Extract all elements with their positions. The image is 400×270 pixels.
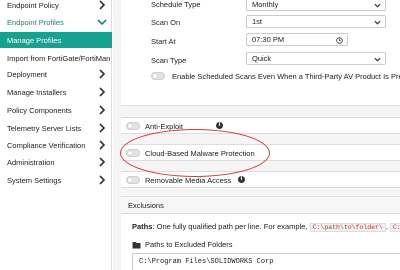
path-example-2: C:\pa [390,223,400,232]
cloud-malware-toggle[interactable] [126,149,140,157]
removable-media-label: Removable Media Access [145,176,232,185]
chevron-right-icon [99,175,106,185]
scan-on-label: Scan On [151,18,181,27]
sidebar-item-label: Endpoint Policy [7,0,59,10]
schedule-type-select[interactable]: Monthly [246,0,386,11]
path-example-1: C:\path\to\folder\ [309,223,386,232]
chevron-right-icon [99,0,106,10]
chevron-down-icon [374,20,381,25]
sidebar: Endpoint Policy Endpoint Profiles Manage… [0,0,112,270]
chevron-right-icon [99,105,106,115]
sidebar-item-manage-installers[interactable]: Manage Installers [0,84,112,100]
start-at-value: 07:30 PM [252,35,285,44]
sidebar-item-label: Endpoint Profiles [7,17,64,27]
paths-text: : One fully qualified path per line. For… [152,222,308,231]
info-icon[interactable]: i [238,176,245,183]
cloud-malware-panel: Cloud-Based Malware Protection [121,144,400,161]
sidebar-subitem-label: Manage Profiles [7,35,62,45]
clock-icon[interactable] [336,37,343,44]
sidebar-item-label: Administration [7,157,55,167]
chevron-right-icon [99,157,106,167]
scan-on-select[interactable]: 1st [246,15,386,28]
sidebar-item-system-settings[interactable]: System Settings [0,172,112,188]
folder-icon [132,241,141,248]
sidebar-item-compliance-verification[interactable]: Compliance Verification [0,137,112,153]
anti-exploit-panel: Anti-Exploit i [121,117,400,134]
scan-on-value: 1st [252,17,263,26]
chevron-down-icon [374,57,381,62]
anti-exploit-toggle[interactable] [126,122,140,130]
sidebar-subitem-manage-profiles[interactable]: Manage Profiles [0,32,112,48]
scan-type-label: Scan Type [151,56,187,65]
sidebar-item-label: Manage Installers [7,87,67,97]
info-icon[interactable]: i [216,122,223,129]
chevron-down-icon [97,19,107,26]
chevron-right-icon [99,140,106,150]
sidebar-item-deployment[interactable]: Deployment [0,66,112,82]
sidebar-item-label: Policy Components [7,105,72,115]
sidebar-item-label: Deployment [7,69,48,79]
exclusions-panel: Exclusions Paths: One fully qualified pa… [121,196,400,270]
sidebar-item-telemetry-server-lists[interactable]: Telemetry Server Lists [0,120,112,136]
sidebar-item-endpoint-policy[interactable]: Endpoint Policy [0,0,112,13]
anti-exploit-label: Anti-Exploit [145,122,183,131]
paths-description: Paths: One fully qualified path per line… [132,222,400,232]
third-party-av-toggle[interactable] [151,72,165,80]
removable-media-panel: Removable Media Access i [121,171,400,188]
sidebar-item-endpoint-profiles[interactable]: Endpoint Profiles [0,14,112,30]
removable-media-toggle[interactable] [126,176,140,184]
third-party-av-label: Enable Scheduled Scans Even When a Third… [172,72,400,81]
scan-type-select[interactable]: Quick [246,52,386,65]
schedule-type-value: Monthly [252,0,279,9]
cloud-malware-label: Cloud-Based Malware Protection [145,149,255,158]
paths-bold-label: Paths [132,222,153,231]
chevron-right-icon [99,87,106,97]
exclusions-header: Exclusions [121,197,400,214]
sidebar-item-administration[interactable]: Administration [0,154,112,170]
excluded-folder-value: C:\Program Files\SOLIDWORKS Corp [139,258,274,266]
sidebar-item-label: System Settings [7,175,62,185]
scan-type-value: Quick [252,54,272,63]
chevron-down-icon [374,3,381,8]
path-example-separator: , [385,222,388,231]
sidebar-item-label: Compliance Verification [7,140,86,150]
sidebar-subitem-import-fortigate[interactable]: Import from FortiGate/FortiMan... [0,50,112,66]
chevron-right-icon [99,123,106,133]
scheduled-scan-panel: Schedule Type Monthly Scan On 1st Start … [121,0,400,106]
exclusions-title: Exclusions [128,201,164,210]
excluded-folders-heading: Paths to Excluded Folders [132,240,233,249]
sidebar-subitem-label: Import from FortiGate/FortiMan... [7,53,111,63]
start-at-time-input[interactable]: 07:30 PM [246,33,348,46]
schedule-type-label: Schedule Type [151,0,201,9]
excluded-folders-textarea[interactable]: C:\Program Files\SOLIDWORKS Corp [132,253,400,270]
excluded-folders-label: Paths to Excluded Folders [145,240,233,249]
main-content: Schedule Type Monthly Scan On 1st Start … [113,0,400,270]
sidebar-item-label: Telemetry Server Lists [7,123,82,133]
start-at-label: Start At [151,37,176,46]
chevron-right-icon [99,69,106,79]
sidebar-item-policy-components[interactable]: Policy Components [0,102,112,118]
